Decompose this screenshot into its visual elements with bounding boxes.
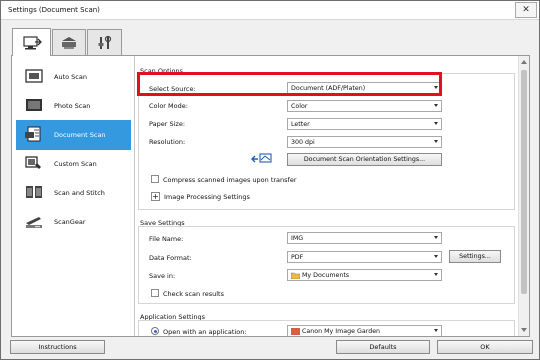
save-in-label: Save in: xyxy=(149,272,176,280)
file-name-field[interactable]: IMG xyxy=(287,232,442,244)
sidebar-item-scangear[interactable]: ScanGear xyxy=(16,207,131,237)
save-in-dropdown[interactable]: My Documents xyxy=(287,269,442,281)
select-source-highlight xyxy=(137,72,442,96)
chevron-down-icon xyxy=(434,273,438,276)
settings-dialog: Settings (Document Scan) ✕ Auto Scan Pho… xyxy=(0,0,540,360)
chevron-down-icon xyxy=(434,104,438,107)
chevron-down-icon xyxy=(434,122,438,125)
color-mode-value: Color xyxy=(291,103,308,110)
orientation-icon xyxy=(251,153,272,163)
data-format-label: Data Format: xyxy=(149,254,192,262)
sidebar-item-label: Custom Scan xyxy=(54,160,97,168)
expand-icon[interactable]: + xyxy=(151,192,160,201)
color-mode-dropdown[interactable]: Color xyxy=(287,100,442,112)
save-in-value: My Documents xyxy=(302,272,350,279)
data-format-dropdown[interactable]: PDF xyxy=(287,251,442,263)
tab-scan-from-computer[interactable] xyxy=(12,28,51,56)
scrollbar-thumb[interactable] xyxy=(521,70,527,294)
close-button[interactable]: ✕ xyxy=(515,2,537,18)
sidebar-item-auto-scan[interactable]: Auto Scan xyxy=(16,62,131,92)
sidebar-item-label: Document Scan xyxy=(54,131,106,139)
sidebar-item-document-scan[interactable]: Document Scan xyxy=(16,120,131,150)
tab-general-settings[interactable] xyxy=(87,29,122,55)
application-settings-group: Open with an application: Canon My Image… xyxy=(138,320,515,336)
open-with-label: Open with an application: xyxy=(163,328,247,336)
sidebar-item-photo-scan[interactable]: Photo Scan xyxy=(16,91,131,121)
file-name-label: File Name: xyxy=(149,235,184,243)
check-results-checkbox[interactable] xyxy=(151,289,159,297)
instructions-button[interactable]: Instructions xyxy=(10,340,105,354)
scan-mode-sidebar: Auto Scan Photo Scan Document Scan Custo… xyxy=(12,56,134,336)
format-settings-button[interactable]: Settings... xyxy=(449,250,501,263)
auto-scan-icon xyxy=(25,69,43,83)
color-mode-label: Color Mode: xyxy=(149,102,188,110)
scroll-up-icon[interactable] xyxy=(521,60,527,64)
paper-size-label: Paper Size: xyxy=(149,120,186,128)
application-dropdown[interactable]: Canon My Image Garden xyxy=(287,325,442,336)
scan-settings-content: Scan Options Select Source: Document (AD… xyxy=(136,56,517,336)
application-icon xyxy=(291,328,300,335)
folder-icon xyxy=(291,272,300,279)
data-format-value: PDF xyxy=(291,254,304,261)
application-value: Canon My Image Garden xyxy=(302,328,381,335)
sidebar-item-custom-scan[interactable]: Custom Scan xyxy=(16,149,131,179)
check-results-label: Check scan results xyxy=(163,290,224,298)
scangear-icon xyxy=(26,217,42,228)
open-with-radio[interactable] xyxy=(151,327,159,335)
sidebar-item-label: Auto Scan xyxy=(54,73,87,81)
window-title: Settings (Document Scan) xyxy=(8,6,100,14)
resolution-label: Resolution: xyxy=(149,138,186,146)
chevron-down-icon xyxy=(434,236,438,239)
defaults-button[interactable]: Defaults xyxy=(336,340,430,354)
orientation-settings-button[interactable]: Document Scan Orientation Settings... xyxy=(287,153,442,166)
sidebar-item-label: ScanGear xyxy=(54,218,86,226)
photo-scan-icon xyxy=(26,99,42,111)
scan-from-panel-icon xyxy=(62,36,76,49)
sidebar-divider xyxy=(134,56,135,336)
scroll-down-icon[interactable] xyxy=(521,328,527,332)
paper-size-dropdown[interactable]: Letter xyxy=(287,118,442,130)
scan-from-computer-icon xyxy=(22,35,42,49)
document-scan-icon xyxy=(25,126,41,142)
tab-scan-from-panel[interactable] xyxy=(52,29,86,55)
chevron-down-icon xyxy=(434,255,438,258)
sidebar-item-scan-and-stitch[interactable]: Scan and Stitch xyxy=(16,178,131,208)
chevron-down-icon xyxy=(434,140,438,143)
sidebar-item-label: Scan and Stitch xyxy=(54,189,105,197)
chevron-down-icon xyxy=(434,329,438,332)
image-processing-label[interactable]: Image Processing Settings xyxy=(164,193,250,201)
ok-button[interactable]: OK xyxy=(437,340,533,354)
paper-size-value: Letter xyxy=(291,121,310,128)
resolution-value: 300 dpi xyxy=(291,139,315,146)
file-name-value: IMG xyxy=(291,235,304,242)
settings-panel: Auto Scan Photo Scan Document Scan Custo… xyxy=(11,55,530,337)
scan-and-stitch-icon xyxy=(26,186,42,198)
compress-label: Compress scanned images upon transfer xyxy=(163,176,297,184)
custom-scan-icon xyxy=(25,156,41,169)
save-settings-group: File Name: IMG Data Format: PDF Settings… xyxy=(138,226,515,304)
vertical-scrollbar[interactable] xyxy=(518,56,529,336)
sidebar-item-label: Photo Scan xyxy=(54,102,91,110)
compress-checkbox[interactable] xyxy=(151,175,159,183)
general-settings-icon xyxy=(98,35,111,49)
title-bar: Settings (Document Scan) ✕ xyxy=(1,1,539,20)
resolution-dropdown[interactable]: 300 dpi xyxy=(287,136,442,148)
